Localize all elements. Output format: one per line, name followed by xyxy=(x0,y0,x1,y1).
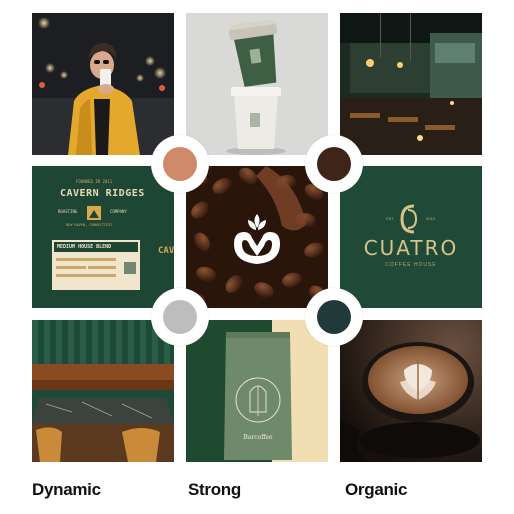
cavern-location: NEW HAVEN, CONNECTICUT xyxy=(66,223,113,227)
cavern-right-tag: COMPANY xyxy=(110,209,127,214)
cavern-founded: FOUNDED IN 2011 xyxy=(76,179,113,184)
caption-organic: Organic xyxy=(345,480,408,499)
cavern-ridges-label: FOUNDED IN 2011 CAVERN RIDGES ROASTING C… xyxy=(32,166,174,308)
photo-takeaway-cups xyxy=(186,13,328,155)
photo-cafe-interior xyxy=(340,13,482,155)
cuatro-year: 2019 xyxy=(426,216,435,221)
photo-latte-art xyxy=(340,320,482,462)
swatch-dot xyxy=(317,300,351,334)
cavern-blend: MEDIUM HOUSE BLEND xyxy=(57,244,112,250)
cuatro-subtitle: COFFEE HOUSE xyxy=(385,262,437,268)
cavern-left-tag: ROASTING xyxy=(58,209,78,214)
caption-dynamic: Dynamic xyxy=(32,480,101,499)
coffee-beans-logo xyxy=(186,166,328,308)
cuatro-coffee-house-logo: EST 2019 CUATRO COFFEE HOUSE xyxy=(340,166,482,308)
swatch-dot xyxy=(317,147,351,181)
swatch-dark-brown xyxy=(305,135,363,193)
cuatro-est: EST xyxy=(386,216,394,221)
photo-woman-drinking-coffee xyxy=(32,13,174,155)
swatch-terracotta xyxy=(151,135,209,193)
photo-coffee-bag: Barcoffee xyxy=(186,320,328,462)
cavern-title: CAVERN RIDGES xyxy=(60,188,145,199)
swatch-light-gray xyxy=(151,288,209,346)
cuatro-title: CUATRO xyxy=(363,236,459,260)
cavern-side-text: CAVERN RIDGE xyxy=(158,246,174,256)
swatch-dot xyxy=(163,147,197,181)
bag-brand: Barcoffee xyxy=(243,434,273,441)
caption-strong: Strong xyxy=(188,480,241,499)
swatch-dot xyxy=(163,300,197,334)
swatch-dark-teal xyxy=(305,288,363,346)
photo-bar-interior xyxy=(32,320,174,462)
